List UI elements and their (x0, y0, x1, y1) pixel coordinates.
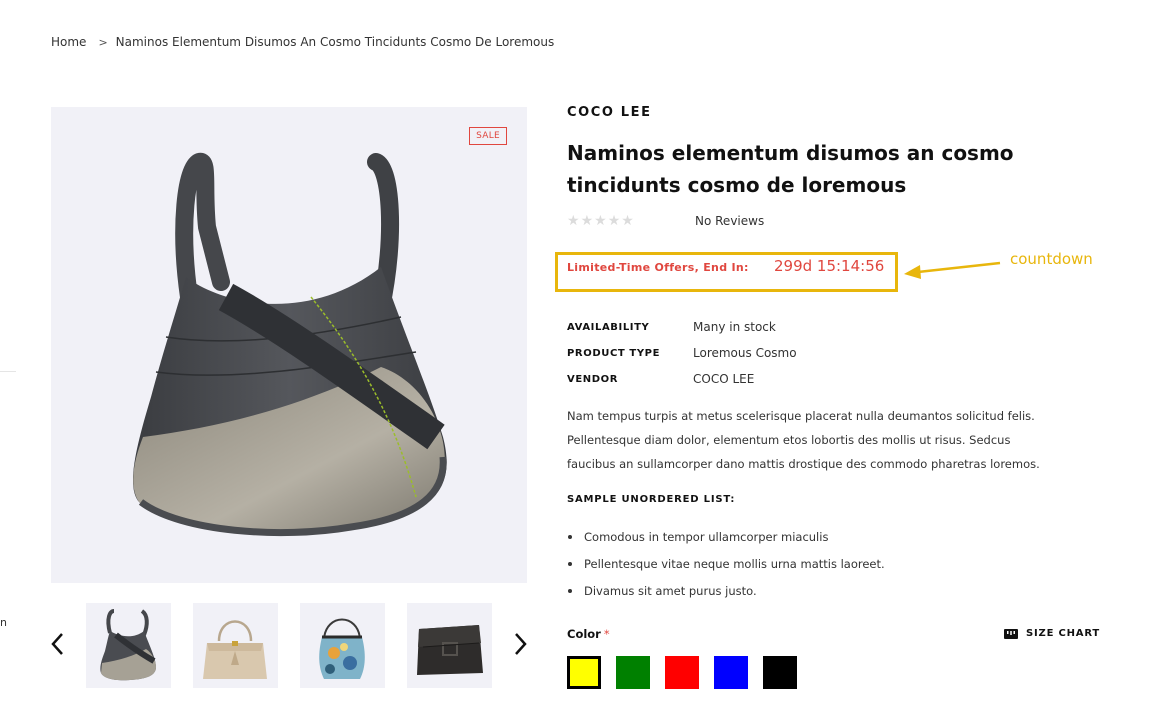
meta-row-availability: AVAILABILITY Many in stock (567, 314, 797, 340)
grey-hobo-bag-image (132, 153, 447, 537)
size-chart-label: SIZE CHART (1026, 628, 1101, 639)
star-icon: ★ (594, 213, 607, 229)
countdown-timer: 299d 15:14:56 (774, 257, 885, 275)
star-icon: ★ (580, 213, 594, 229)
star-icon: ★ (567, 213, 580, 229)
product-title: Naminos elementum disumos an cosmo tinci… (567, 141, 1014, 197)
color-option-label: Color * (567, 627, 610, 641)
thumbnail-3[interactable] (300, 603, 385, 688)
floral-shoulder-bag-thumbnail (319, 618, 365, 679)
description-line: Nam tempus turpis at metus scelerisque p… (567, 409, 1035, 423)
product-vendor-heading[interactable]: COCO LEE (567, 105, 652, 120)
star-icon: ★ (621, 213, 634, 229)
annotation-label: countdown (1010, 250, 1093, 268)
breadcrumb-home-link[interactable]: Home (51, 35, 86, 49)
unordered-list: Comodous in tempor ullamcorper miaculis … (567, 527, 885, 608)
thumbnails-next-button[interactable] (512, 630, 528, 658)
rating-stars[interactable]: ★ ★ ★ ★ ★ (567, 213, 634, 229)
chevron-right-icon (515, 633, 527, 655)
annotation-arrow-icon (904, 261, 1001, 279)
meta-key: PRODUCT TYPE (567, 347, 661, 359)
breadcrumb-current: Naminos Elementum Disumos An Cosmo Tinci… (115, 35, 555, 49)
meta-value[interactable]: Loremous Cosmo (693, 346, 797, 360)
grey-hobo-bag-thumbnail (100, 609, 156, 681)
color-swatch-blue[interactable] (714, 656, 748, 689)
clipped-text: n (0, 616, 7, 629)
divider (0, 371, 16, 372)
required-mark: * (603, 627, 610, 641)
product-description: Nam tempus turpis at metus scelerisque p… (567, 404, 1112, 476)
thumbnail-2[interactable] (193, 603, 278, 688)
color-swatch-red[interactable] (665, 656, 699, 689)
black-leather-bag-thumbnail (417, 625, 483, 675)
thumbnail-1[interactable] (86, 603, 171, 688)
breadcrumb-separator: > (98, 35, 108, 49)
description-line: Pellentesque diam dolor, elementum etos … (567, 433, 1011, 447)
list-item: Comodous in tempor ullamcorper miaculis (567, 527, 885, 554)
thumbnail-4[interactable] (407, 603, 492, 688)
list-title: SAMPLE UNORDERED LIST: (567, 494, 736, 505)
color-swatch-green[interactable] (616, 656, 650, 689)
color-swatches (567, 656, 797, 689)
description-line: faucibus an sullamcorper dano mattis dro… (567, 457, 1040, 471)
list-item: Divamus sit amet purus justo. (567, 581, 885, 608)
color-label-text: Color (567, 627, 601, 641)
list-item: Pellentesque vitae neque mollis urna mat… (567, 554, 885, 581)
beige-handbag-thumbnail (203, 620, 267, 679)
color-swatch-yellow[interactable] (567, 656, 601, 689)
countdown-label: Limited-Time Offers, End In: (567, 261, 749, 274)
main-product-image[interactable]: SALE (51, 107, 527, 583)
meta-row-vendor: VENDOR COCO LEE (567, 366, 797, 392)
meta-value[interactable]: COCO LEE (693, 372, 754, 386)
meta-row-product-type: PRODUCT TYPE Loremous Cosmo (567, 340, 797, 366)
product-meta: AVAILABILITY Many in stock PRODUCT TYPE … (567, 314, 797, 392)
meta-value: Many in stock (693, 320, 776, 334)
color-swatch-black[interactable] (763, 656, 797, 689)
sale-badge: SALE (469, 127, 507, 145)
meta-key: AVAILABILITY (567, 321, 650, 333)
breadcrumb: Home > Naminos Elementum Disumos An Cosm… (51, 35, 554, 49)
size-chart-button[interactable]: SIZE CHART (1004, 628, 1100, 639)
star-icon: ★ (607, 213, 621, 229)
meta-key: VENDOR (567, 373, 619, 385)
ruler-icon (1004, 628, 1018, 639)
chevron-left-icon (51, 633, 63, 655)
reviews-count[interactable]: No Reviews (695, 214, 764, 228)
thumbnails-prev-button[interactable] (50, 630, 66, 658)
